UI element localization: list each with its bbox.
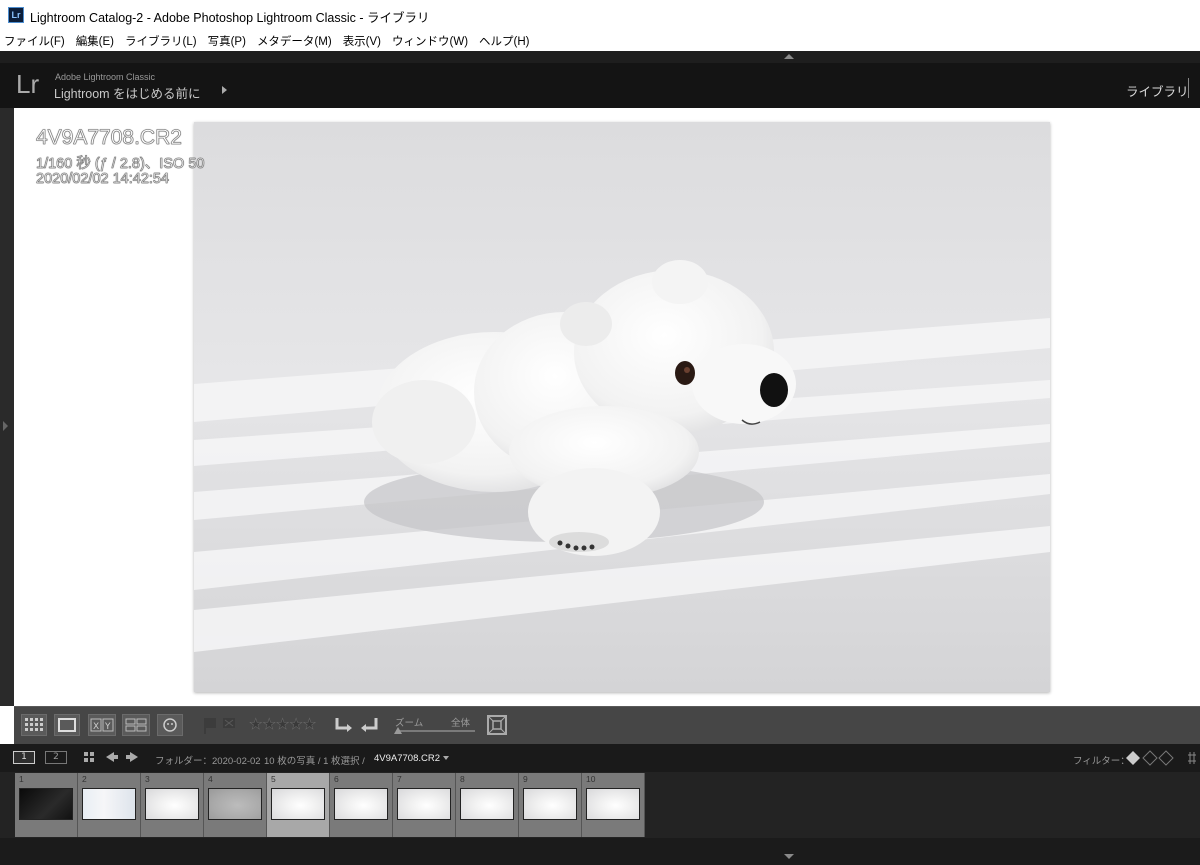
filmstrip-thumbnail[interactable]: 5 [267,773,330,837]
info-overlay-filename: 4V9A7708.CR2 [36,126,183,150]
forward-arrow-icon[interactable] [126,752,138,762]
filmstrip-thumbnail[interactable]: 3 [141,773,204,837]
thumbnail-number: 3 [145,774,150,784]
compare-xy-icon: XY [90,718,114,732]
loupe-icon [58,718,76,732]
crop-overlay-icon[interactable] [485,713,509,737]
menu-view[interactable]: 表示(V) [343,33,381,49]
thumbnail-image [82,788,136,820]
thumbnail-image [586,788,640,820]
menu-library[interactable]: ライブラリ(L) [125,33,197,49]
menu-photo[interactable]: 写真(P) [208,33,246,49]
thumbnail-image [460,788,514,820]
rotate-right-icon[interactable] [361,718,378,732]
main-photo-polar-bear[interactable] [194,122,1050,692]
filmstrip-thumbnail[interactable]: 1 [15,773,78,837]
flag-pick-icon[interactable] [204,718,216,734]
filter-label: フィルター： [1073,756,1130,767]
filmstrip-thumbnail[interactable]: 2 [78,773,141,837]
main-window-button[interactable]: 1 [13,751,35,764]
collapse-top-panel-arrow-icon[interactable] [784,54,794,59]
filter-switch-icon[interactable] [1188,752,1196,764]
window-title: Lightroom Catalog-2 - Adobe Photoshop Li… [30,11,430,25]
flag-reject-icon[interactable] [223,718,235,728]
info-overlay-datetime: 2020/02/02 14:42:54 [36,171,170,188]
play-arrow-icon[interactable] [222,86,227,94]
lightroom-app-icon: Lr [8,7,24,23]
filmstrip-thumbnail[interactable]: 10 [582,773,645,837]
product-name-small: Adobe Lightroom Classic [55,72,156,82]
filmstrip-thumbnail[interactable]: 9 [519,773,582,837]
thumbnail-number: 10 [586,774,596,784]
zoom-slider-thumb[interactable] [394,727,402,734]
filmstrip-thumbnail[interactable]: 8 [456,773,519,837]
library-toolbar [14,706,1200,744]
face-icon [163,718,177,732]
thumbnail-image [19,788,73,820]
thumbnail-image [397,788,451,820]
thumbnail-number: 6 [334,774,339,784]
rotate-left-icon[interactable] [335,718,352,732]
filter-rating-icon[interactable] [1142,750,1158,766]
bottom-panel-toggle-strip[interactable] [0,838,1200,865]
thumbnail-number: 9 [523,774,528,784]
svg-text:X: X [93,722,99,732]
lightroom-logo: Lr [16,69,40,99]
loupe-view-button[interactable] [54,714,80,736]
filename-dropdown-icon[interactable] [443,756,449,760]
thumbnail-image [523,788,577,820]
survey-view-button[interactable] [122,714,150,736]
selected-filename[interactable]: 4V9A7708.CR2 [374,753,440,764]
star-rating[interactable]: ★★★★★ [249,715,317,734]
menu-help[interactable]: ヘルプ(H) [479,33,529,49]
compare-view-button[interactable]: XY [88,714,116,736]
menu-file[interactable]: ファイル(F) [4,33,65,49]
top-panel-toggle-strip[interactable] [0,51,1200,63]
source-folder[interactable]: フォルダー：2020-02-02 [155,753,261,767]
expand-left-panel-arrow-icon[interactable] [3,421,8,431]
collapse-filmstrip-arrow-icon[interactable] [784,854,794,859]
menu-bar: ファイル(F) 編集(E) ライブラリ(L) 写真(P) メタデータ(M) 表示… [0,30,1200,51]
filter-color-icon[interactable] [1158,750,1174,766]
grid-small-icon[interactable] [84,752,94,762]
left-panel-collapsed[interactable] [0,108,14,706]
back-arrow-icon[interactable] [106,752,118,762]
thumbnail-image [271,788,325,820]
photo-count: 10 枚の写真 / 1 枚選択 / [264,756,365,767]
menu-window[interactable]: ウィンドウ(W) [392,33,468,49]
module-picker-library[interactable]: ライブラリ [1126,81,1189,100]
filter-flag-icon[interactable] [1126,751,1140,765]
thumbnail-number: 1 [19,774,24,784]
thumbnail-number: 2 [82,774,87,784]
thumbnail-image [334,788,388,820]
getting-started-link[interactable]: Lightroom をはじめる前に [54,83,201,102]
zoom-slider-track[interactable] [397,730,475,732]
grid-icon [25,718,43,731]
menu-edit[interactable]: 編集(E) [76,33,114,49]
filmstrip-thumbnail[interactable]: 4 [204,773,267,837]
thumbnail-number: 5 [271,774,276,784]
module-divider [1188,78,1189,98]
secondary-window-button[interactable]: 2 [45,751,67,764]
grid-view-button[interactable] [21,714,47,736]
menu-metadata[interactable]: メタデータ(M) [257,33,332,49]
zoom-value: 全体 [451,718,471,729]
filmstrip-thumbnail[interactable]: 7 [393,773,456,837]
people-view-button[interactable] [157,714,183,736]
filmstrip-thumbnail[interactable]: 6 [330,773,393,837]
svg-text:Y: Y [104,722,111,732]
thumbnail-number: 4 [208,774,213,784]
thumbnail-image [208,788,262,820]
info-overlay-exposure: 1/160 秒 (ƒ / 2.8)、ISO 50 [36,156,205,173]
thumbnail-number: 8 [460,774,465,784]
thumbnail-number: 7 [397,774,402,784]
thumbnail-image [145,788,199,820]
survey-icon [125,718,147,732]
